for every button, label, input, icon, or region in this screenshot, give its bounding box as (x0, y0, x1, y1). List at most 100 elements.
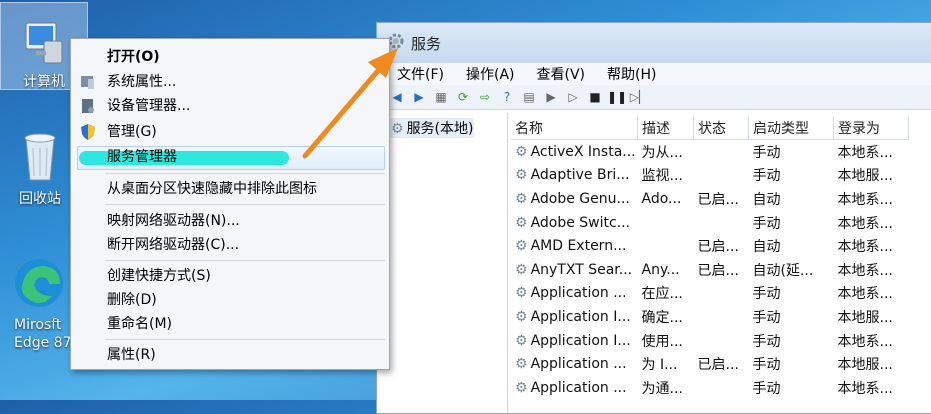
window-titlebar[interactable]: 服务 (377, 23, 931, 63)
column-header-logon-as[interactable]: 登录为 (833, 117, 909, 140)
logon-as-cell: 本地服... (837, 357, 893, 374)
status-cell (694, 305, 749, 329)
menu-item-service-manager[interactable]: 服务管理器 (107, 146, 177, 168)
menu-item-manage[interactable]: 管理(G) (107, 121, 157, 143)
refresh-icon[interactable]: ⟳ (455, 89, 471, 105)
properties-icon[interactable]: ▤ (521, 89, 537, 105)
pause-icon[interactable]: ❚❚ (607, 89, 627, 105)
desktop-icon-edge[interactable]: Mirosft Edge 87 (0, 256, 80, 352)
service-gear-icon: ⚙ (515, 261, 528, 278)
status-cell (694, 211, 749, 235)
menu-help[interactable]: 帮助(H) (607, 64, 656, 84)
table-row[interactable]: ⚙ AnyTXT Sear... Any... 已启... 自动(延... 本地系... (511, 258, 909, 282)
device-manager-icon (79, 97, 97, 115)
desktop-icon-label: 回收站 (19, 191, 61, 207)
startup-type-cell: 手动 (752, 309, 781, 326)
logon-as-cell: 本地服... (837, 309, 893, 326)
menu-view[interactable]: 查看(V) (537, 64, 586, 84)
service-name-cell: ⚙ Adobe Switc... (515, 214, 631, 231)
status-cell (694, 376, 749, 400)
computer-icon (25, 22, 63, 64)
start-icon[interactable]: ▶ (543, 89, 559, 105)
services-window: 服务 文件(F) 操作(A) 查看(V) 帮助(H) ◀ ▶ ▦ ⟳ ⇨ ? ▤… (376, 22, 931, 414)
menu-item-open[interactable]: 打开(O) (107, 46, 160, 68)
menu-separator (105, 339, 385, 340)
column-header-startup-type[interactable]: 启动类型 (748, 117, 834, 140)
logon-as-cell: 本地服... (837, 168, 893, 185)
startup-type-cell: 自动(延... (752, 262, 814, 279)
service-name-cell: ⚙ Adobe Genu... (515, 190, 630, 207)
forward-arrow-icon[interactable]: ▶ (411, 89, 427, 105)
service-gear-icon: ⚙ (515, 167, 528, 184)
column-header-name[interactable]: 名称 (511, 117, 638, 140)
menu-item-delete[interactable]: 删除(D) (107, 289, 157, 311)
context-menu: 打开(O) 系统属性... 设备管理器... 管理(G) 服务管理器 从桌面分区… (70, 38, 390, 370)
menu-item-create-shortcut[interactable]: 创建快捷方式(S) (107, 265, 211, 287)
table-row[interactable]: ⚙ Adobe Genu... Ado... 已启... 自动 本地系... (511, 187, 909, 211)
logon-as-cell: 本地系... (837, 144, 893, 161)
menu-action[interactable]: 操作(A) (466, 64, 515, 84)
table-row[interactable]: ⚙ Application ... 为 I... 已启... 手动 本地服... (511, 352, 909, 376)
menu-file[interactable]: 文件(F) (397, 64, 444, 84)
status-cell (694, 329, 749, 353)
description-cell: Ado... (641, 190, 682, 207)
menu-separator (105, 173, 385, 174)
menu-item-rename[interactable]: 重命名(M) (107, 313, 172, 335)
table-row[interactable]: ⚙ Adaptive Bri... 监视... 手动 本地服... (511, 164, 909, 188)
restart-icon[interactable]: ▷▏ (630, 89, 648, 105)
export-icon[interactable]: ⇨ (477, 89, 493, 105)
column-header-status[interactable]: 状态 (693, 117, 749, 140)
toolbar: ◀ ▶ ▦ ⟳ ⇨ ? ▤ ▶ ▷ ■ ❚❚ ▷▏ (377, 85, 931, 110)
table-row[interactable]: ⚙ Adobe Switc... 手动 本地系... (511, 211, 909, 235)
menu-item-map-network-drive[interactable]: 映射网络驱动器(N)... (107, 210, 240, 232)
description-cell: 为通... (641, 380, 683, 397)
edge-browser-icon (15, 259, 63, 307)
logon-as-cell: 本地系... (837, 286, 893, 303)
logon-as-cell: 本地系... (837, 239, 893, 256)
back-arrow-icon[interactable]: ◀ (389, 89, 405, 105)
table-row[interactable]: ⚙ Application ... 在应... 手动 本地系... (511, 282, 909, 306)
service-gear-icon: ⚙ (515, 332, 528, 349)
status-cell: 已启... (697, 357, 739, 374)
service-gear-icon: ⚙ (515, 308, 528, 325)
startup-type-cell: 手动 (752, 333, 781, 350)
service-name-cell: ⚙ Application I... (515, 308, 631, 325)
service-gear-icon: ⚙ (515, 214, 528, 231)
menu-separator (105, 260, 385, 261)
table-row[interactable]: ⚙ Application I... 使用... 手动 本地系... (511, 329, 909, 353)
startup-type-cell: 手动 (752, 168, 781, 185)
logon-as-cell: 本地系... (837, 333, 893, 350)
service-gear-icon: ⚙ (515, 190, 528, 207)
shield-icon (79, 123, 97, 141)
show-tree-icon[interactable]: ▦ (433, 89, 449, 105)
desktop-icon-recycle-bin[interactable]: 回收站 (0, 130, 80, 208)
status-cell: 已启... (697, 239, 739, 256)
menu-item-exclude-from-fences[interactable]: 从桌面分区快速隐藏中排除此图标 (107, 178, 317, 200)
service-gear-icon: ⚙ (515, 379, 528, 396)
startup-type-cell: 手动 (752, 144, 781, 161)
menu-item-properties[interactable]: 属性(R) (107, 344, 156, 366)
description-cell: Any... (641, 261, 680, 278)
play-icon[interactable]: ▷ (565, 89, 581, 105)
status-cell (694, 282, 749, 306)
menu-item-disconnect-network-drive[interactable]: 断开网络驱动器(C)... (107, 234, 239, 256)
menu-item-device-manager[interactable]: 设备管理器... (107, 95, 190, 117)
stop-icon[interactable]: ■ (587, 89, 603, 105)
logon-as-cell: 本地系... (837, 380, 893, 397)
logon-as-cell: 本地系... (837, 191, 893, 208)
tree-node-services-local[interactable]: ⚙ 服务(本地) (387, 118, 474, 138)
status-cell (694, 164, 749, 188)
recycle-bin-icon (24, 133, 56, 181)
menu-item-system-properties[interactable]: 系统属性... (107, 71, 176, 93)
system-properties-icon (79, 73, 97, 91)
table-row[interactable]: ⚙ ActiveX Insta... 为从... 手动 本地系... (511, 140, 909, 164)
description-cell: 监视... (641, 168, 683, 185)
window-title: 服务 (411, 34, 442, 53)
table-row[interactable]: ⚙ AMD Extern... 已启... 自动 本地系... (511, 234, 909, 258)
table-row[interactable]: ⚙ Application I... 确定... 手动 本地服... (511, 305, 909, 329)
table-row[interactable]: ⚙ Application ... 为通... 手动 本地系... (511, 376, 909, 400)
service-gear-icon: ⚙ (515, 285, 528, 302)
column-header-description[interactable]: 描述 (637, 117, 694, 140)
description-cell (638, 234, 694, 258)
help-icon[interactable]: ? (499, 89, 515, 105)
